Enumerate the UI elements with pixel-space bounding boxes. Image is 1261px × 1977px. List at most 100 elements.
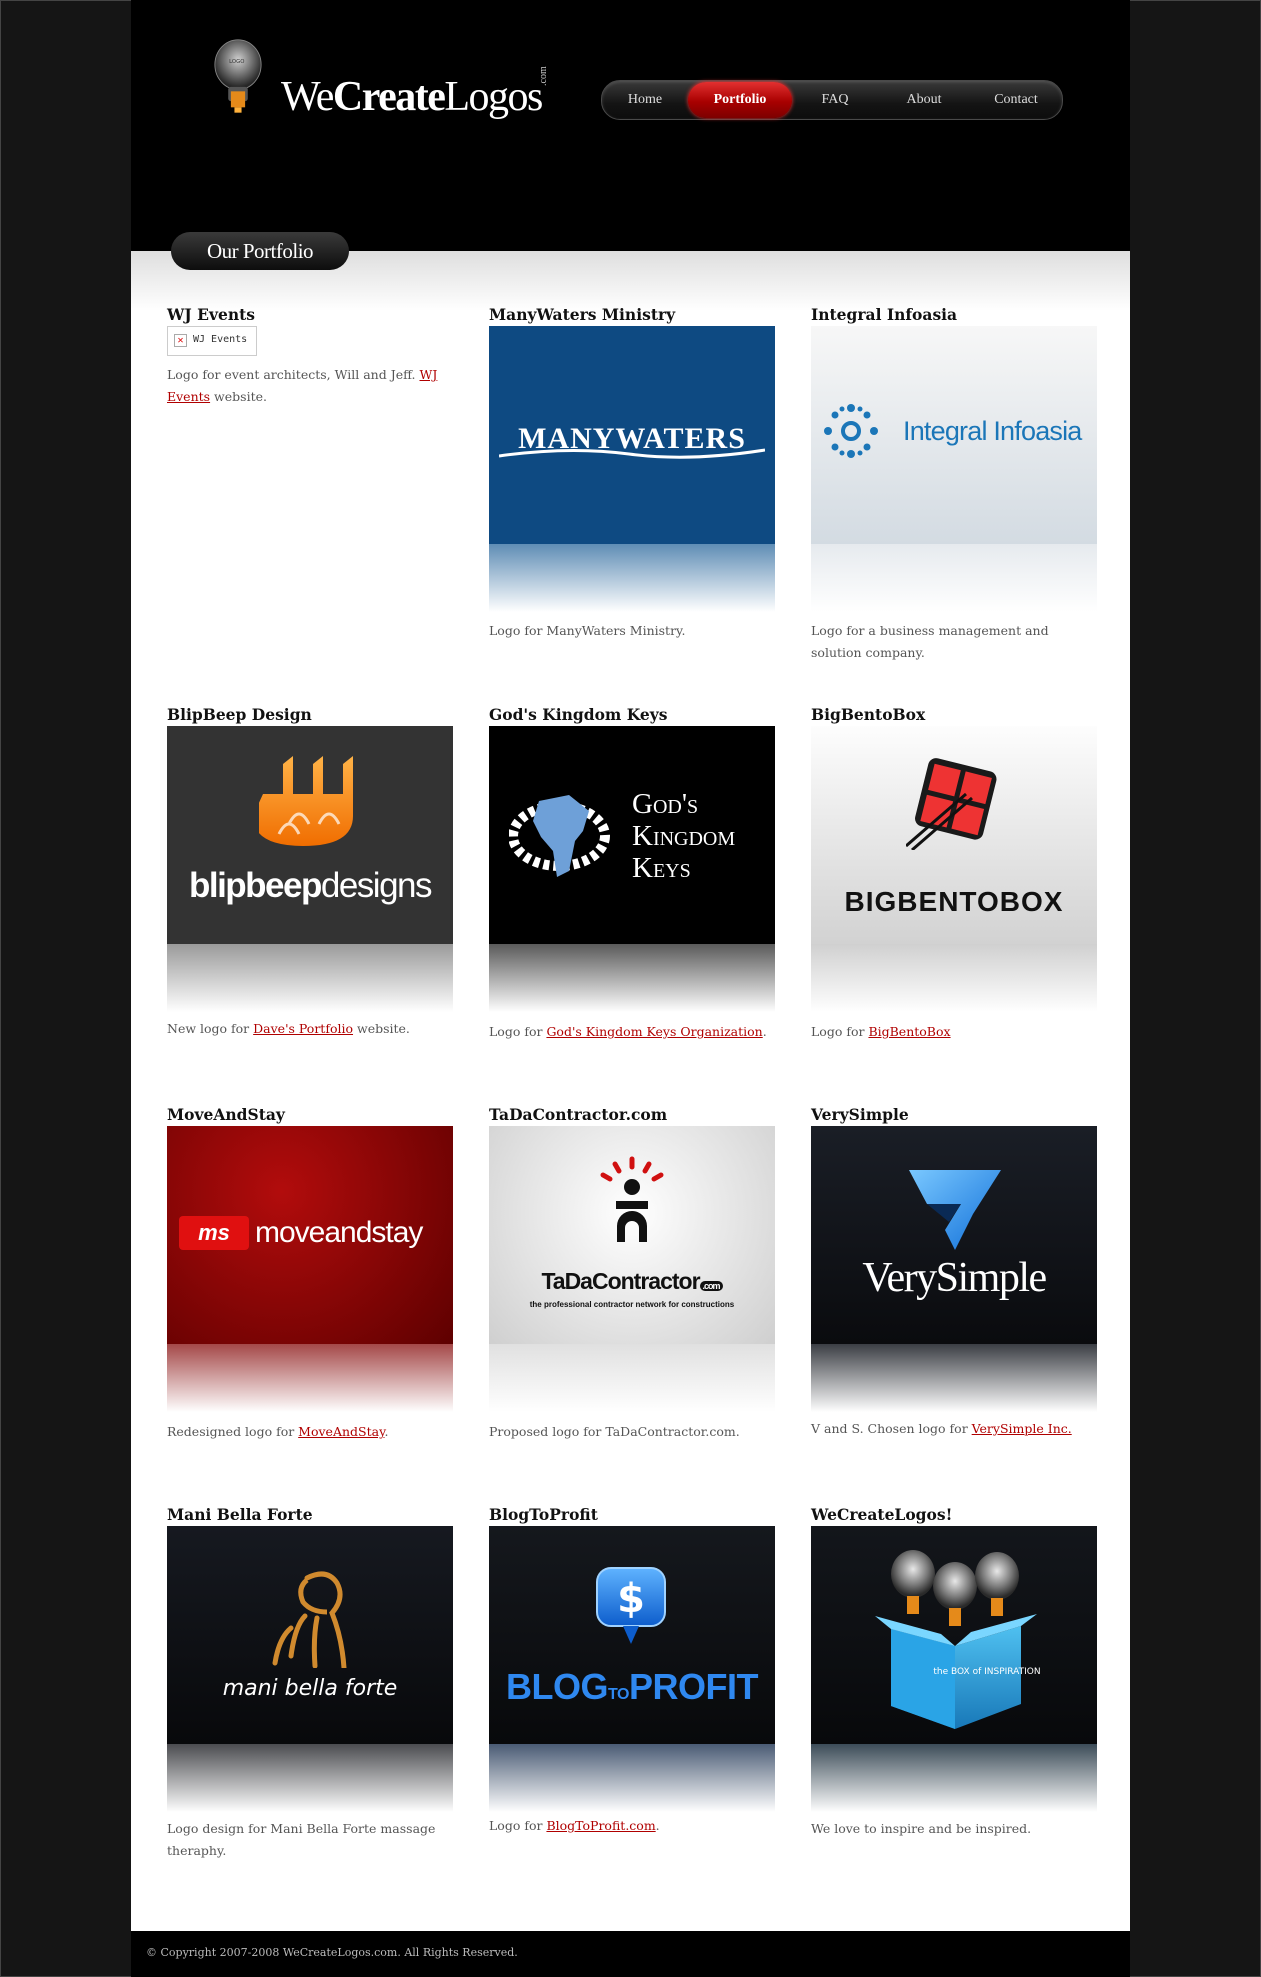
- logo-thumbnail[interactable]: mani bella forte: [167, 1526, 453, 1744]
- box-label: the BOX of INSPIRATION: [933, 1667, 1040, 1677]
- item-description: Logo for BigBentoBox: [811, 1021, 1099, 1043]
- item-title: BlipBeep Design: [167, 705, 312, 724]
- africa-keyring-icon: [509, 795, 610, 877]
- main-nav: Home Portfolio FAQ About Contact: [601, 80, 1063, 120]
- portfolio-item: BigBentoBox BIGBENTOBOX Logo for BigBent…: [811, 705, 1099, 1043]
- logo-logos: Logos: [444, 74, 543, 120]
- nav-contact[interactable]: Contact: [976, 81, 1056, 119]
- nav-faq[interactable]: FAQ: [800, 81, 870, 119]
- desc-text: Logo for a business management and solut…: [811, 623, 1049, 660]
- section-title: Our Portfolio: [171, 232, 349, 270]
- desc-text: Logo for: [811, 1024, 869, 1039]
- header: LOGO WeCreateLogos .com Home Portfolio F…: [131, 0, 1130, 251]
- item-title: VerySimple: [811, 1105, 909, 1124]
- item-link[interactable]: Dave's Portfolio: [253, 1021, 353, 1036]
- page-container: LOGO WeCreateLogos .com Home Portfolio F…: [131, 0, 1130, 1977]
- blogtoprofit-logo: BLOGTOPROFIT: [489, 1666, 775, 1708]
- desc-text: Logo for: [489, 1024, 547, 1039]
- portfolio-item: MoveAndStay ms moveandstay Redesigned lo…: [167, 1105, 455, 1443]
- logo-thumbnail[interactable]: ms moveandstay: [167, 1126, 453, 1344]
- ms-badge-icon: ms: [179, 1216, 249, 1250]
- sun-dots-icon: [824, 404, 878, 458]
- lightbulb-icon: LOGO: [214, 39, 262, 113]
- portfolio-item: Mani Bella Forte mani bella forte Logo d…: [167, 1505, 455, 1862]
- dollar-bubble-icon: $: [596, 1567, 666, 1644]
- broken-image: ✕ WJ Events: [167, 326, 257, 356]
- logo-create: Create: [332, 74, 446, 120]
- desc-text: Proposed logo for TaDaContractor.com.: [489, 1424, 740, 1439]
- desc-text: New logo for: [167, 1021, 254, 1036]
- tada-person-icon: [600, 1156, 664, 1242]
- logo-thumbnail[interactable]: the BOX of INSPIRATION: [811, 1526, 1097, 1744]
- desc-text: Logo design for Mani Bella Forte massage…: [167, 1821, 436, 1858]
- logo-thumbnail[interactable]: $ BLOGTOPROFIT: [489, 1526, 775, 1744]
- desc-text: Logo for event architects, Will and Jeff…: [167, 367, 420, 382]
- item-description: Logo for ManyWaters Ministry.: [489, 620, 777, 642]
- to-text: TO: [608, 1686, 629, 1703]
- bbd-flame-icon: [259, 756, 353, 846]
- gods-kingdom-keys-logo: God's Kingdom Keys: [632, 788, 735, 884]
- portfolio-item: BlipBeep Design blipbeepdesigns New logo…: [167, 705, 455, 1040]
- item-title: ManyWaters Ministry: [489, 305, 676, 324]
- desc-text-after: .: [384, 1424, 389, 1439]
- portfolio-item: VerySimple VerySimple V and S. Chosen lo…: [811, 1105, 1099, 1440]
- item-title: MoveAndStay: [167, 1105, 285, 1124]
- item-link[interactable]: BlogToProfit.com: [546, 1818, 655, 1833]
- copyright-text: © Copyright 2007-2008 WeCreateLogos.com.…: [146, 1946, 518, 1959]
- tadacontractor-logo: TaDaContractor .com: [489, 1268, 775, 1295]
- logo-thumbnail[interactable]: VerySimple: [811, 1126, 1097, 1344]
- item-link[interactable]: BigBentoBox: [868, 1024, 950, 1039]
- logo-thumbnail[interactable]: God's Kingdom Keys: [489, 726, 775, 944]
- thumbnail-reflection: [811, 1744, 1097, 1812]
- portfolio-item: WeCreateLogos! the BOX of INSPIRATION We…: [811, 1505, 1099, 1840]
- logo-thumbnail[interactable]: TaDaContractor .com the professional cont…: [489, 1126, 775, 1344]
- item-description: Logo for God's Kingdom Keys Organization…: [489, 1021, 777, 1043]
- desc-text: V and S. Chosen logo for: [811, 1421, 972, 1436]
- logo-thumbnail[interactable]: blipbeepdesigns: [167, 726, 453, 944]
- broken-image-icon: ✕: [174, 334, 187, 347]
- vs-chevron-icon: [909, 1170, 1001, 1250]
- portfolio-item: BlogToProfit $ BLOGTOPROFIT Logo for Blo…: [489, 1505, 777, 1837]
- item-description: Logo for a business management and solut…: [811, 620, 1099, 664]
- footer: © Copyright 2007-2008 WeCreateLogos.com.…: [131, 1931, 1130, 1977]
- item-description: We love to inspire and be inspired.: [811, 1818, 1099, 1840]
- item-link[interactable]: God's Kingdom Keys Organization: [546, 1024, 762, 1039]
- blipbeep-logo: blipbeepdesigns: [167, 866, 453, 906]
- desc-text-after: website.: [353, 1021, 410, 1036]
- desc-text: We love to inspire and be inspired.: [811, 1821, 1032, 1836]
- logo-thumbnail[interactable]: MANYWATERS: [489, 326, 775, 544]
- seated-figure-icon: [272, 1571, 347, 1668]
- broken-image-alt: WJ Events: [193, 334, 248, 345]
- thumbnail-reflection: [167, 1344, 453, 1412]
- nav-portfolio[interactable]: Portfolio: [688, 82, 792, 118]
- moveandstay-logo: moveandstay: [255, 1216, 423, 1249]
- item-link[interactable]: VerySimple Inc.: [972, 1421, 1072, 1436]
- portfolio-item: ManyWaters Ministry MANYWATERS Logo for …: [489, 305, 777, 642]
- desc-text: Redesigned logo for: [167, 1424, 299, 1439]
- thumbnail-reflection: [811, 1344, 1097, 1412]
- bento-box-icon: [906, 758, 997, 850]
- bigbentobox-logo: BIGBENTOBOX: [844, 886, 1064, 917]
- portfolio-item: TaDaContractor.com TaDaContractor .com th…: [489, 1105, 777, 1443]
- tada-tagline: the professional contractor network for …: [529, 1300, 735, 1309]
- verysimple-logo: VerySimple: [862, 1255, 1047, 1301]
- logo-line-1: God's: [632, 788, 699, 820]
- integral-infoasia-logo: Integral Infoasia: [903, 416, 1082, 446]
- logo-we: We: [281, 74, 334, 120]
- portfolio-item: Integral Infoasia Integral Infoasia Logo…: [811, 305, 1099, 664]
- site-logo[interactable]: LOGO WeCreateLogos .com: [206, 38, 549, 178]
- nav-home[interactable]: Home: [610, 81, 680, 119]
- logo-line-3: Keys: [632, 852, 691, 884]
- item-title: TaDaContractor.com: [489, 1105, 668, 1124]
- thumbnail-reflection: [167, 944, 453, 1012]
- item-title: BlogToProfit: [489, 1505, 598, 1524]
- logo-thumbnail[interactable]: Integral Infoasia: [811, 326, 1097, 544]
- blipbeep-text: blipbeep: [188, 866, 322, 905]
- nav-about[interactable]: About: [884, 81, 964, 119]
- item-title: Mani Bella Forte: [167, 1505, 313, 1524]
- profit-text: PROFIT: [628, 1666, 759, 1707]
- logo-thumbnail[interactable]: BIGBENTOBOX: [811, 726, 1097, 944]
- item-link[interactable]: MoveAndStay: [298, 1424, 384, 1439]
- box-of-bulbs-icon: the BOX of INSPIRATION: [875, 1550, 1041, 1729]
- logo-line-2: Kingdom: [632, 820, 736, 852]
